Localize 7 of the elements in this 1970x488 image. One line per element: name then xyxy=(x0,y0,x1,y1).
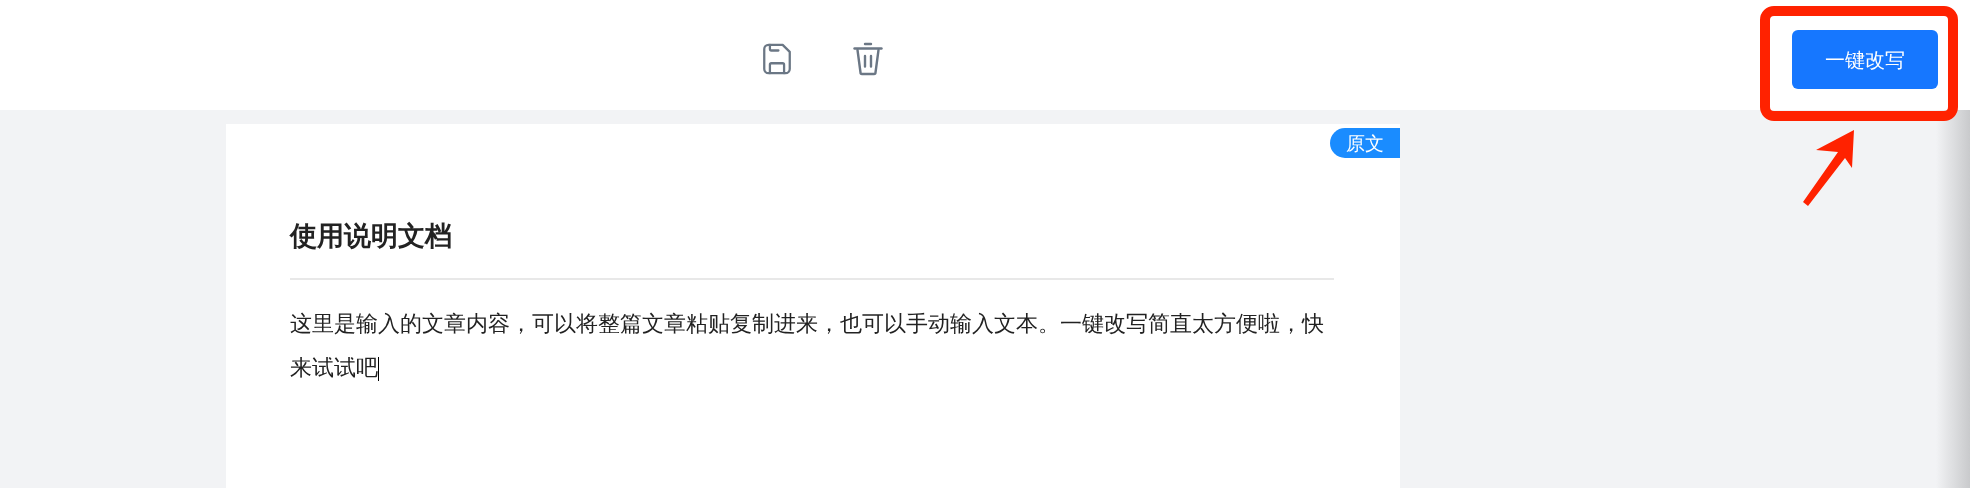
save-icon[interactable] xyxy=(760,41,794,77)
document-title: 使用说明文档 xyxy=(290,219,453,253)
document-body[interactable]: 这里是输入的文章内容，可以将整篇文章粘贴复制进来，也可以手动输入文本。一键改写简直太方便啦，快来试试吧 xyxy=(290,302,1326,390)
original-text-tag: 原文 xyxy=(1330,128,1400,158)
delete-icon[interactable] xyxy=(850,40,886,78)
rewrite-button[interactable]: 一键改写 xyxy=(1792,30,1938,89)
text-cursor xyxy=(378,357,379,381)
